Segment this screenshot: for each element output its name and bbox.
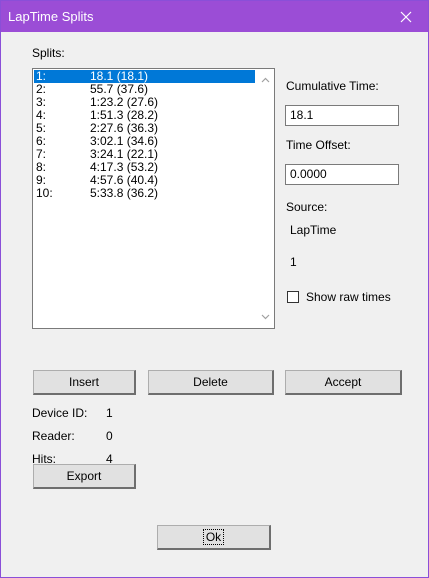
- source-value: LapTime: [290, 223, 337, 237]
- ok-button[interactable]: Ok: [157, 525, 271, 550]
- ok-label: Ok: [202, 529, 225, 545]
- show-raw-times-label[interactable]: Show raw times: [306, 290, 391, 304]
- device-id-label: Device ID:: [32, 406, 88, 420]
- close-button[interactable]: [384, 1, 428, 32]
- cumulative-time-input[interactable]: 18.1: [285, 105, 399, 126]
- source-number: 1: [290, 255, 297, 269]
- reader-label: Reader:: [32, 429, 75, 443]
- scroll-down-icon[interactable]: [261, 312, 270, 321]
- laptime-splits-dialog: LapTime Splits Splits: 1: 18.1 (18.1) 2: 5…: [0, 0, 429, 578]
- export-button[interactable]: Export: [33, 464, 136, 489]
- source-label: Source:: [286, 200, 328, 214]
- device-id-value: 1: [106, 406, 113, 420]
- window-title: LapTime Splits: [8, 9, 94, 24]
- splits-label: Splits:: [32, 46, 65, 60]
- cumulative-time-label: Cumulative Time:: [286, 79, 379, 93]
- splits-scrollbar[interactable]: [257, 69, 274, 328]
- splits-list[interactable]: 1: 18.1 (18.1) 2: 55.7 (37.6) 3: 1:23.2 (27…: [32, 68, 275, 329]
- split-row-10[interactable]: 10: 5:33.8 (36.2): [34, 187, 255, 200]
- delete-button[interactable]: Delete: [148, 370, 274, 395]
- title-bar: LapTime Splits: [1, 1, 428, 32]
- time-offset-input[interactable]: 0.0000: [285, 164, 399, 185]
- split-number: 10:: [36, 186, 53, 200]
- accept-button[interactable]: Accept: [285, 370, 402, 395]
- split-time: 5:33.8 (36.2): [90, 186, 159, 200]
- close-icon: [400, 11, 412, 22]
- insert-button[interactable]: Insert: [33, 370, 136, 395]
- time-offset-label: Time Offset:: [286, 138, 351, 152]
- show-raw-times-checkbox[interactable]: [287, 291, 299, 303]
- reader-value: 0: [106, 429, 113, 443]
- scroll-up-icon[interactable]: [261, 76, 270, 85]
